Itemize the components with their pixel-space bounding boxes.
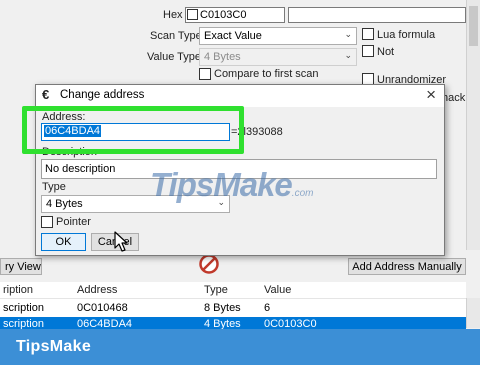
scan-type-label: Scan Type [150, 30, 202, 42]
compare-first-scan-checkbox[interactable] [199, 68, 211, 80]
col-address[interactable]: Address [77, 284, 117, 296]
row-value: 6 [264, 302, 271, 314]
value-type-label: Value Type [147, 51, 202, 63]
cheat-engine-icon: € [42, 87, 50, 102]
ok-button[interactable]: OK [41, 233, 86, 251]
footer-banner: TipsMake [0, 329, 480, 365]
mouse-pointer-icon [114, 231, 128, 252]
col-description[interactable]: ription [3, 284, 33, 296]
not-checkbox[interactable] [362, 45, 374, 57]
add-address-label: Add Address Manually [352, 261, 462, 273]
hex-label: Hex [163, 9, 183, 21]
address-table-header: ription Address Type Value [0, 282, 466, 299]
chevron-down-icon: ⌄ [344, 29, 352, 39]
not-label: Not [377, 46, 395, 58]
scan-type-value: Exact Value [204, 30, 262, 42]
footer-brand: TipsMake [16, 338, 92, 355]
hex-checkbox[interactable] [187, 9, 198, 20]
row-address: 0C010468 [77, 302, 128, 314]
compare-first-scan-label: Compare to first scan [214, 68, 319, 80]
watermark-text: TipsMake [150, 166, 293, 203]
pointer-label: Pointer [56, 216, 91, 228]
close-icon[interactable]: × [426, 86, 436, 104]
dialog-title: Change address [60, 89, 145, 101]
pointer-checkbox[interactable] [41, 216, 53, 228]
speedhack-label: hack [442, 92, 466, 104]
memory-view-label: ry View [5, 261, 41, 273]
ok-label: OK [55, 236, 72, 248]
scan-value-input[interactable] [288, 7, 466, 23]
col-value[interactable]: Value [264, 284, 291, 296]
type-label: Type [42, 181, 66, 193]
value-type-value: 4 Bytes [204, 51, 241, 63]
hex-value-text: C0103C0 [200, 9, 247, 21]
col-type[interactable]: Type [204, 284, 228, 296]
scrollbar-thumb[interactable] [469, 6, 478, 46]
watermark-ext: .com [291, 188, 314, 199]
add-address-manually-button[interactable]: Add Address Manually [348, 258, 466, 275]
table-scrollbar[interactable] [466, 298, 480, 328]
description-input-value: No description [45, 163, 116, 175]
dialog-titlebar[interactable]: € Change address × [36, 85, 444, 107]
table-row[interactable]: scription 0C010468 8 Bytes 6 [0, 301, 466, 316]
hex-value-field[interactable]: C0103C0 [185, 7, 285, 23]
highlight-box [22, 106, 244, 154]
chevron-down-icon: ⌄ [344, 50, 352, 60]
lua-formula-checkbox[interactable] [362, 28, 374, 40]
type-select-value: 4 Bytes [46, 198, 83, 210]
address-table: scription 0C010468 8 Bytes 6 scription 0… [0, 299, 466, 332]
value-type-select[interactable]: 4 Bytes ⌄ [199, 48, 357, 66]
scan-panel-scrollbar[interactable] [466, 0, 480, 250]
scan-type-select[interactable]: Exact Value ⌄ [199, 27, 357, 45]
row-type: 8 Bytes [204, 302, 241, 314]
stop-icon[interactable] [199, 254, 219, 274]
row-description: scription [3, 302, 44, 314]
watermark: TipsMake.com [150, 166, 313, 204]
memory-view-button[interactable]: ry View [0, 258, 42, 275]
lua-formula-label: Lua formula [377, 29, 436, 41]
